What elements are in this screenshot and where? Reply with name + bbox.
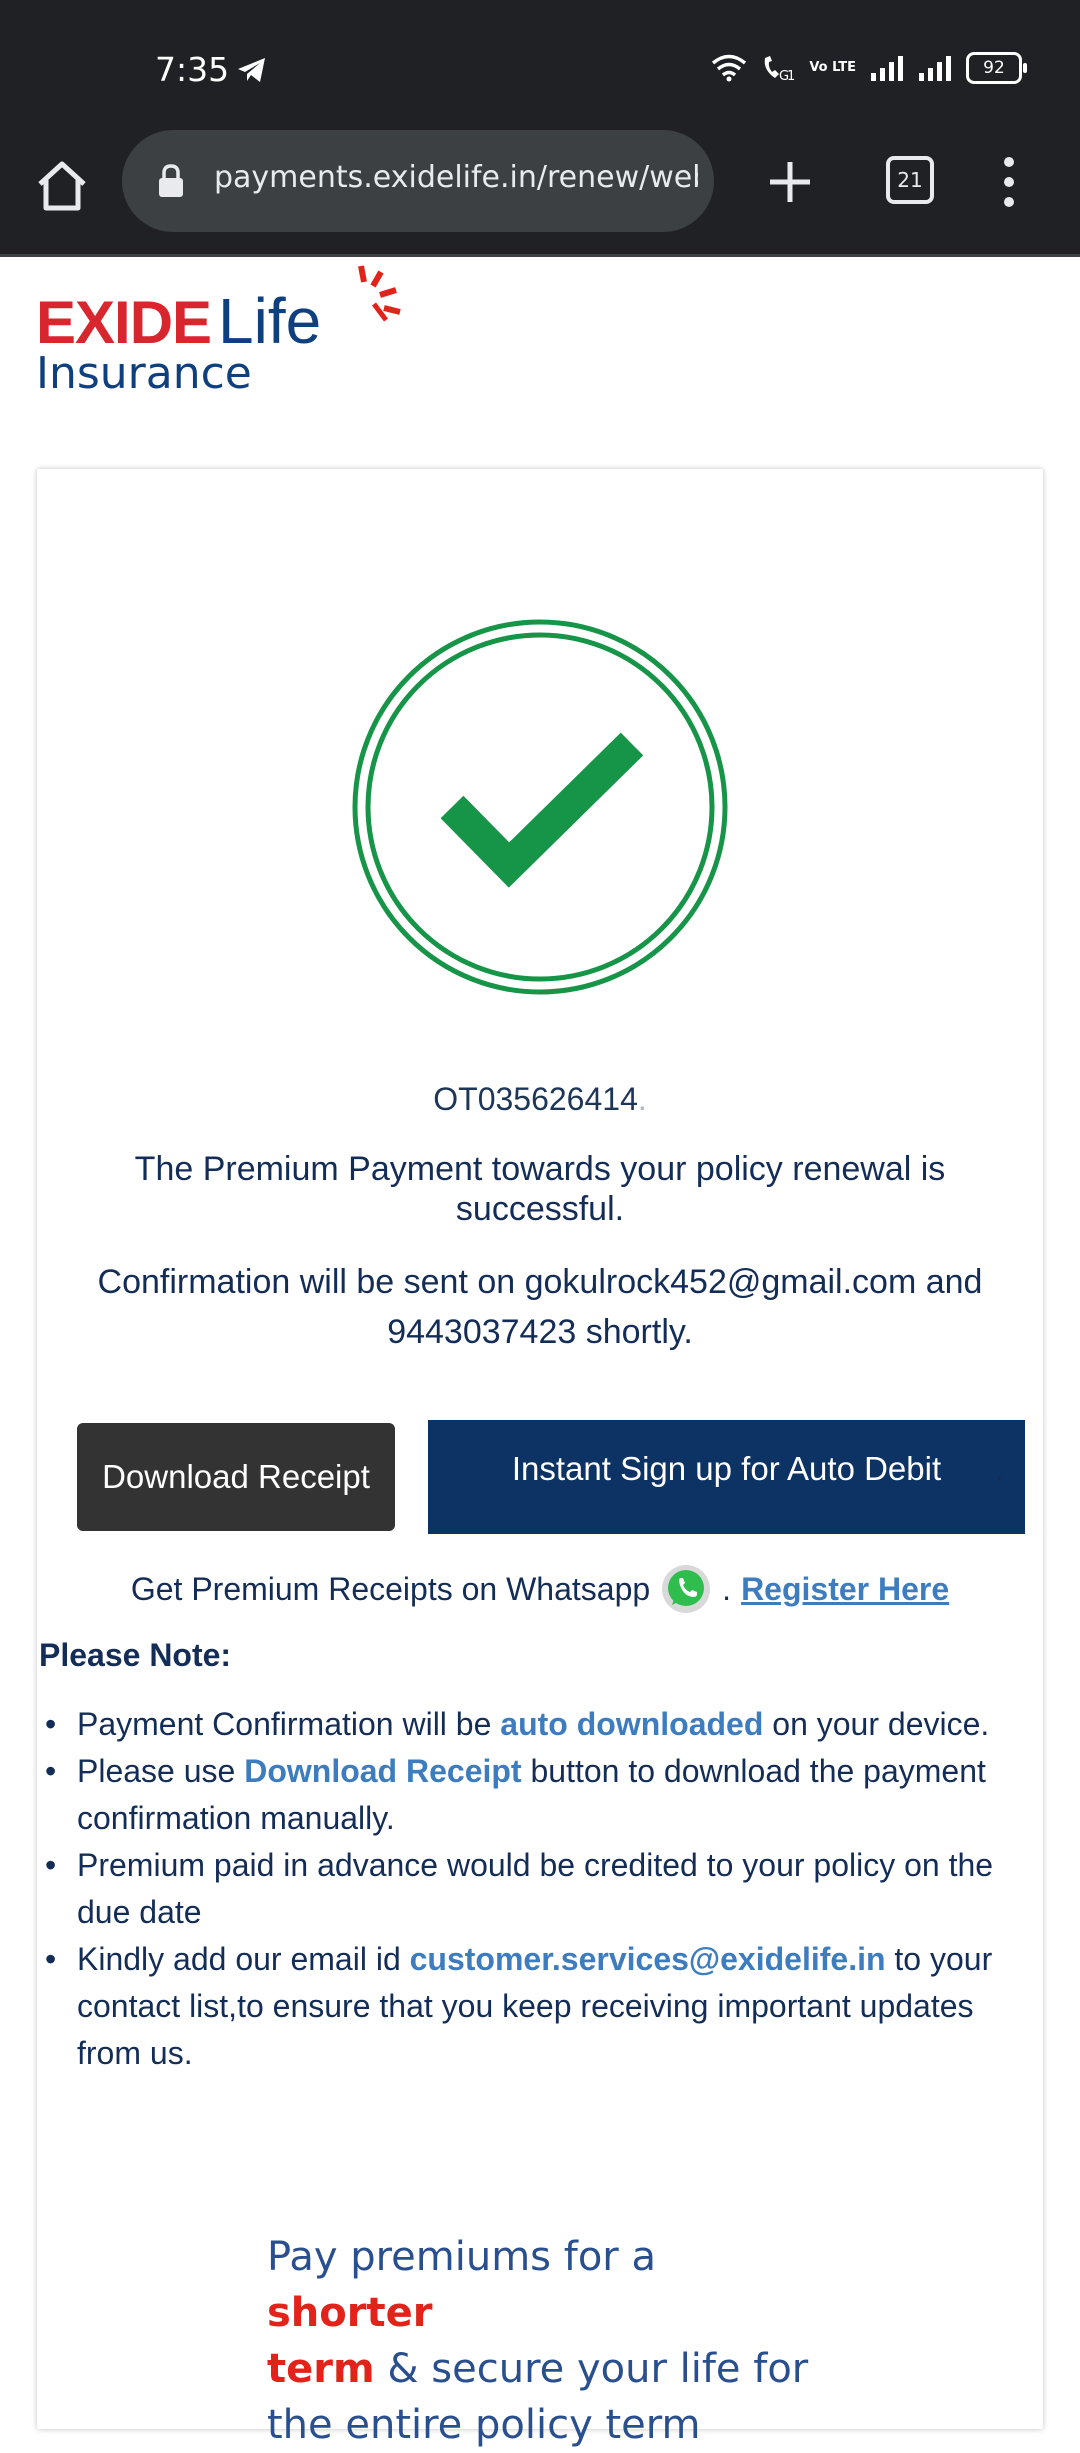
whatsapp-receipts-line: Get Premium Receipts on Whatsapp . Regis… <box>37 1559 1043 1619</box>
promo-highlight: shorter <box>267 2290 433 2336</box>
promo-text: Pay premiums for a <box>267 2234 656 2280</box>
logo-life-text: Life <box>218 285 322 357</box>
battery-indicator: 92 <box>966 52 1027 84</box>
volte-indicator: Vo LTE <box>809 60 856 75</box>
promo-line-3: the entire policy term <box>267 2402 701 2448</box>
signal-2-icon <box>919 56 951 81</box>
note-item: Please use Download Receipt button to do… <box>39 1748 1039 1842</box>
whatsapp-icon <box>662 1565 711 1613</box>
exide-life-logo: EXIDE Life Insurance <box>36 262 401 402</box>
confirmation-message: Confirmation will be sent on gokulrock45… <box>97 1263 983 1351</box>
success-checkmark-icon <box>352 619 728 995</box>
note-email-link[interactable]: customer.services@exidelife.in <box>410 1941 886 1977</box>
wifi-icon <box>712 54 747 82</box>
transaction-id-value: OT035626414 <box>433 1081 638 1117</box>
signal-1-icon <box>871 56 903 81</box>
promo-line-2: term & secure your life for <box>267 2341 827 2397</box>
status-time: 7:35 <box>155 50 230 89</box>
home-icon[interactable] <box>30 154 94 218</box>
url-bar[interactable]: payments.exidelife.in/renew/web/p <box>122 130 714 232</box>
logo-sun-rays-icon <box>358 265 401 322</box>
whatsapp-text: Get Premium Receipts on Whatsapp <box>130 1571 651 1607</box>
promo-text: & secure your life for <box>374 2346 809 2392</box>
overflow-menu-icon[interactable] <box>994 150 1024 214</box>
browser-toolbar: payments.exidelife.in/renew/web/p 21 <box>0 130 1080 257</box>
note-item: Payment Confirmation will be auto downlo… <box>39 1701 1039 1748</box>
promo-banner[interactable]: Pay premiums for a shorter term & secure… <box>267 2229 827 2453</box>
note-text: Premium paid in advance would be credite… <box>77 1847 994 1930</box>
auto-debit-signup-button[interactable]: Instant Sign up for Auto Debit <box>428 1420 1025 1534</box>
note-text: Payment Confirmation will be <box>77 1706 501 1742</box>
status-bar: 7:35 G 1 Vo LTE 92 <box>0 0 1080 130</box>
status-icons: G 1 Vo LTE 92 <box>711 52 1027 84</box>
auto-debit-suffix: . <box>995 1451 1004 1487</box>
logo-insurance-text: Insurance <box>36 348 252 399</box>
note-item: Premium paid in advance would be credite… <box>39 1842 1039 1936</box>
note-highlight: auto downloaded <box>500 1706 764 1742</box>
logo-exide-text: EXIDE <box>36 289 212 356</box>
register-here-link[interactable]: Register Here <box>741 1559 949 1619</box>
note-text: on your device. <box>763 1706 990 1742</box>
note-text: Kindly add our email id <box>77 1941 410 1977</box>
whatsapp-separator: . <box>722 1571 732 1607</box>
lock-icon[interactable] <box>158 164 184 198</box>
note-text: Please use <box>77 1753 245 1789</box>
svg-text:1: 1 <box>787 69 795 82</box>
promo-line-1: Pay premiums for a shorter <box>267 2229 827 2341</box>
payment-status-card: OT035626414. The Premium Payment towards… <box>37 469 1043 2448</box>
note-title: Please Note: <box>39 1637 232 1673</box>
success-message: The Premium Payment towards your policy … <box>134 1150 946 1228</box>
telegram-icon <box>238 58 265 82</box>
transaction-id: OT035626414. <box>37 1081 1043 1118</box>
transaction-id-suffix: . <box>637 1081 647 1117</box>
url-text[interactable]: payments.exidelife.in/renew/web/p <box>214 160 698 195</box>
tab-switcher-button[interactable]: 21 <box>886 156 934 204</box>
note-item: Kindly add our email id customer.service… <box>39 1936 1039 2077</box>
wifi-calling-icon: G 1 <box>765 56 795 82</box>
promo-highlight: term <box>267 2346 375 2392</box>
new-tab-icon[interactable] <box>760 152 820 212</box>
note-list: Payment Confirmation will be auto downlo… <box>39 1701 1039 2077</box>
note-highlight: Download Receipt <box>244 1753 522 1789</box>
download-receipt-button[interactable]: Download Receipt <box>77 1423 395 1531</box>
